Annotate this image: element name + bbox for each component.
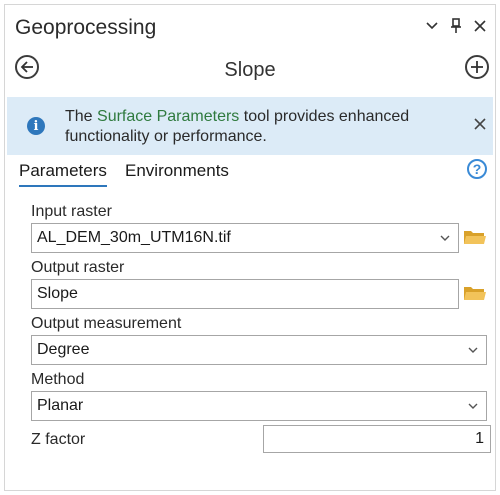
- tool-header: Slope: [5, 49, 495, 89]
- output-raster-field[interactable]: Slope: [31, 279, 459, 309]
- output-measurement-dropdown[interactable]: Degree: [31, 335, 487, 365]
- z-factor-label: Z factor: [31, 431, 86, 448]
- output-measurement-value: Degree: [37, 341, 90, 358]
- input-raster-dropdown[interactable]: AL_DEM_30m_UTM16N.tif: [31, 223, 459, 253]
- chevron-down-icon: [468, 347, 478, 353]
- close-icon[interactable]: [471, 17, 489, 35]
- output-raster-value: Slope: [37, 285, 78, 302]
- input-raster-value: AL_DEM_30m_UTM16N.tif: [37, 229, 231, 246]
- banner-message: The Surface Parameters tool provides enh…: [65, 107, 415, 147]
- info-icon: i: [27, 117, 45, 135]
- method-label: Method: [31, 371, 85, 388]
- z-factor-input[interactable]: 1: [263, 425, 491, 453]
- pane-title: Geoprocessing: [15, 16, 157, 39]
- browse-folder-icon[interactable]: [463, 283, 487, 303]
- tool-name: Slope: [224, 59, 276, 81]
- output-raster-label: Output raster: [31, 259, 125, 276]
- tab-parameters[interactable]: Parameters: [19, 161, 107, 187]
- method-value: Planar: [37, 397, 84, 414]
- output-measurement-label: Output measurement: [31, 315, 182, 332]
- pane-title-bar: Geoprocessing: [5, 5, 495, 45]
- tab-strip: Parameters Environments ?: [5, 155, 495, 189]
- input-raster-label: Input raster: [31, 203, 112, 220]
- browse-folder-icon[interactable]: [463, 227, 487, 247]
- tab-environments[interactable]: Environments: [125, 161, 229, 185]
- method-dropdown[interactable]: Planar: [31, 391, 487, 421]
- help-icon[interactable]: ?: [467, 159, 487, 179]
- surface-parameters-link[interactable]: Surface Parameters: [97, 108, 239, 125]
- geoprocessing-pane: Geoprocessing Slope i The Surface Parame…: [4, 4, 496, 491]
- add-icon[interactable]: [465, 55, 489, 79]
- pin-icon[interactable]: [447, 17, 465, 35]
- chevron-down-icon[interactable]: [423, 17, 441, 35]
- close-icon[interactable]: [473, 117, 489, 133]
- chevron-down-icon: [468, 403, 478, 409]
- chevron-down-icon: [440, 235, 450, 241]
- info-banner: i The Surface Parameters tool provides e…: [7, 97, 493, 155]
- banner-text-prefix: The: [65, 108, 98, 125]
- back-arrow-icon[interactable]: [15, 55, 39, 79]
